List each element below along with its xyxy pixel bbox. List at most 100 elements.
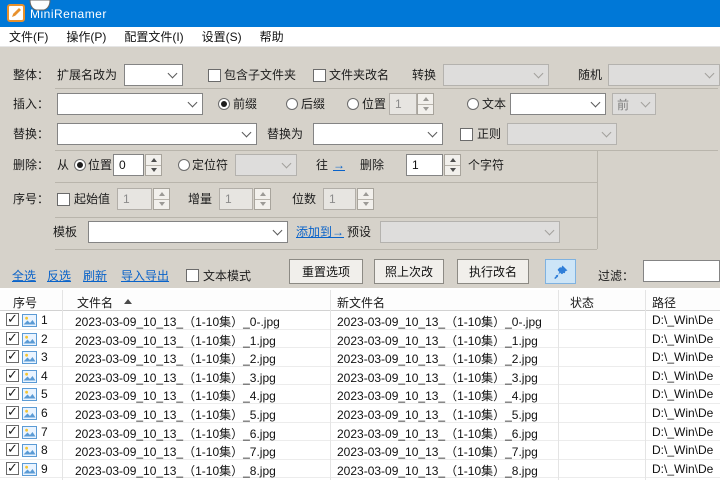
menu-item-help[interactable]: 帮助 bbox=[251, 28, 293, 45]
table-row[interactable]: 9 2023-03-09_10_13_（1-10集）_8.jpg 2023-03… bbox=[0, 460, 720, 479]
header-new-filename[interactable]: 新文件名 bbox=[337, 294, 385, 311]
insert-text-radio[interactable] bbox=[467, 98, 479, 110]
spin-up-icon[interactable] bbox=[358, 189, 373, 200]
row-filename: 2023-03-09_10_13_（1-10集）_3.jpg bbox=[75, 369, 276, 386]
row-number: 1 bbox=[41, 313, 48, 327]
table-row[interactable]: 1 2023-03-09_10_13_（1-10集）_0-.jpg 2023-0… bbox=[0, 311, 720, 330]
replace-find-combobox[interactable] bbox=[57, 123, 257, 145]
delete-count-stepper[interactable] bbox=[444, 154, 461, 176]
replace-with-combobox[interactable] bbox=[313, 123, 443, 145]
filter-input[interactable] bbox=[643, 260, 720, 282]
regex-combobox[interactable] bbox=[507, 123, 617, 145]
text-mode-checkbox[interactable] bbox=[186, 269, 199, 282]
menu-item-action[interactable]: 操作(P) bbox=[57, 28, 115, 45]
direction-arrow-link[interactable]: → bbox=[333, 158, 345, 172]
row-checkbox[interactable] bbox=[6, 387, 19, 400]
menu-bar: 文件(F) 操作(P) 配置文件(I) 设置(S) 帮助 bbox=[0, 27, 720, 47]
remove-position-field[interactable]: 0 bbox=[113, 154, 144, 176]
serial-digits-stepper[interactable] bbox=[357, 188, 374, 210]
table-row[interactable]: 5 2023-03-09_10_13_（1-10集）_4.jpg 2023-03… bbox=[0, 385, 720, 404]
insert-text-combobox[interactable] bbox=[510, 93, 606, 115]
convert-combobox[interactable] bbox=[443, 64, 549, 86]
insert-position-field[interactable]: 1 bbox=[389, 93, 417, 115]
serial-increment-field[interactable]: 1 bbox=[219, 188, 253, 210]
select-all-link[interactable]: 全选 bbox=[12, 269, 36, 283]
invert-selection-link[interactable]: 反选 bbox=[47, 269, 71, 283]
header-num[interactable]: 序号 bbox=[13, 294, 37, 311]
rename-folders-checkbox[interactable] bbox=[313, 69, 326, 82]
menu-item-settings[interactable]: 设置(S) bbox=[193, 28, 251, 45]
row-checkbox[interactable] bbox=[6, 462, 19, 475]
insert-position-radio[interactable] bbox=[347, 98, 359, 110]
anchor-combobox[interactable] bbox=[235, 154, 297, 176]
row-checkbox[interactable] bbox=[6, 332, 19, 345]
remove-position-stepper[interactable] bbox=[145, 154, 162, 176]
pin-toggle-button[interactable] bbox=[545, 259, 576, 284]
row-checkbox[interactable] bbox=[6, 443, 19, 456]
extension-combobox[interactable] bbox=[124, 64, 183, 86]
random-combobox[interactable] bbox=[608, 64, 720, 86]
spin-down-icon[interactable] bbox=[255, 200, 270, 210]
preset-combobox[interactable] bbox=[380, 221, 560, 243]
table-row[interactable]: 2 2023-03-09_10_13_（1-10集）_1.jpg 2023-03… bbox=[0, 330, 720, 349]
row-checkbox[interactable] bbox=[6, 425, 19, 438]
table-row[interactable]: 3 2023-03-09_10_13_（1-10集）_2.jpg 2023-03… bbox=[0, 348, 720, 367]
serial-increment-stepper[interactable] bbox=[254, 188, 271, 210]
table-row[interactable]: 4 2023-03-09_10_13_（1-10集）_3.jpg 2023-03… bbox=[0, 367, 720, 386]
spin-up-icon[interactable] bbox=[154, 189, 169, 200]
serial-digits-field[interactable]: 1 bbox=[323, 188, 356, 210]
header-status[interactable]: 状态 bbox=[570, 294, 594, 311]
suffix-label: 后缀 bbox=[301, 97, 325, 111]
row-checkbox[interactable] bbox=[6, 369, 19, 382]
delete-count-field[interactable]: 1 bbox=[406, 154, 443, 176]
header-path[interactable]: 路径 bbox=[652, 294, 676, 311]
row-number: 5 bbox=[41, 387, 48, 401]
refresh-link[interactable]: 刷新 bbox=[83, 269, 107, 283]
insert-position-stepper[interactable] bbox=[417, 93, 434, 115]
suffix-radio[interactable] bbox=[286, 98, 298, 110]
spin-down-icon[interactable] bbox=[146, 166, 161, 176]
regex-checkbox[interactable] bbox=[460, 128, 473, 141]
menu-item-file[interactable]: 文件(F) bbox=[0, 28, 57, 45]
template-combobox[interactable] bbox=[88, 221, 288, 243]
insert-front-combobox[interactable]: 前 bbox=[612, 93, 656, 115]
title-bar[interactable]: MiniRenamer bbox=[0, 0, 720, 27]
include-subfolders-checkbox[interactable] bbox=[208, 69, 221, 82]
spin-up-icon[interactable] bbox=[255, 189, 270, 200]
prefix-radio[interactable] bbox=[218, 98, 230, 110]
chevron-down-icon bbox=[282, 159, 292, 169]
add-to-link[interactable]: 添加到→ bbox=[296, 225, 344, 239]
serial-start-field[interactable]: 1 bbox=[117, 188, 152, 210]
header-filename[interactable]: 文件名 bbox=[77, 294, 113, 311]
rename-as-last-button[interactable]: 照上次改 bbox=[374, 259, 444, 284]
extension-label: 扩展名改为 bbox=[57, 68, 117, 82]
row-checkbox[interactable] bbox=[6, 406, 19, 419]
row-number: 9 bbox=[41, 462, 48, 476]
chevron-down-icon bbox=[428, 128, 438, 138]
insert-combobox[interactable] bbox=[57, 93, 203, 115]
import-export-link[interactable]: 导入导出 bbox=[121, 269, 169, 283]
anchor-radio[interactable] bbox=[178, 159, 190, 171]
row-checkbox[interactable] bbox=[6, 350, 19, 363]
chevron-down-icon bbox=[242, 128, 252, 138]
spin-down-icon[interactable] bbox=[418, 105, 433, 115]
serial-start-stepper[interactable] bbox=[153, 188, 170, 210]
row-number: 7 bbox=[41, 425, 48, 439]
serial-start-checkbox[interactable] bbox=[57, 193, 70, 206]
table-row[interactable]: 8 2023-03-09_10_13_（1-10集）_7.jpg 2023-03… bbox=[0, 441, 720, 460]
spin-up-icon[interactable] bbox=[146, 155, 161, 166]
row-filename: 2023-03-09_10_13_（1-10集）_8.jpg bbox=[75, 462, 276, 479]
remove-position-radio[interactable] bbox=[74, 159, 86, 171]
table-row[interactable]: 7 2023-03-09_10_13_（1-10集）_6.jpg 2023-03… bbox=[0, 423, 720, 442]
spin-up-icon[interactable] bbox=[445, 155, 460, 166]
row-checkbox[interactable] bbox=[6, 313, 19, 326]
spin-up-icon[interactable] bbox=[418, 94, 433, 105]
reset-options-button[interactable]: 重置选项 bbox=[289, 259, 363, 284]
spin-down-icon[interactable] bbox=[154, 200, 169, 210]
spin-down-icon[interactable] bbox=[358, 200, 373, 210]
serial-start-label: 起始值 bbox=[74, 192, 110, 206]
execute-rename-button[interactable]: 执行改名 bbox=[457, 259, 529, 284]
spin-down-icon[interactable] bbox=[445, 166, 460, 176]
menu-item-profile[interactable]: 配置文件(I) bbox=[115, 28, 192, 45]
table-row[interactable]: 6 2023-03-09_10_13_（1-10集）_5.jpg 2023-03… bbox=[0, 404, 720, 423]
